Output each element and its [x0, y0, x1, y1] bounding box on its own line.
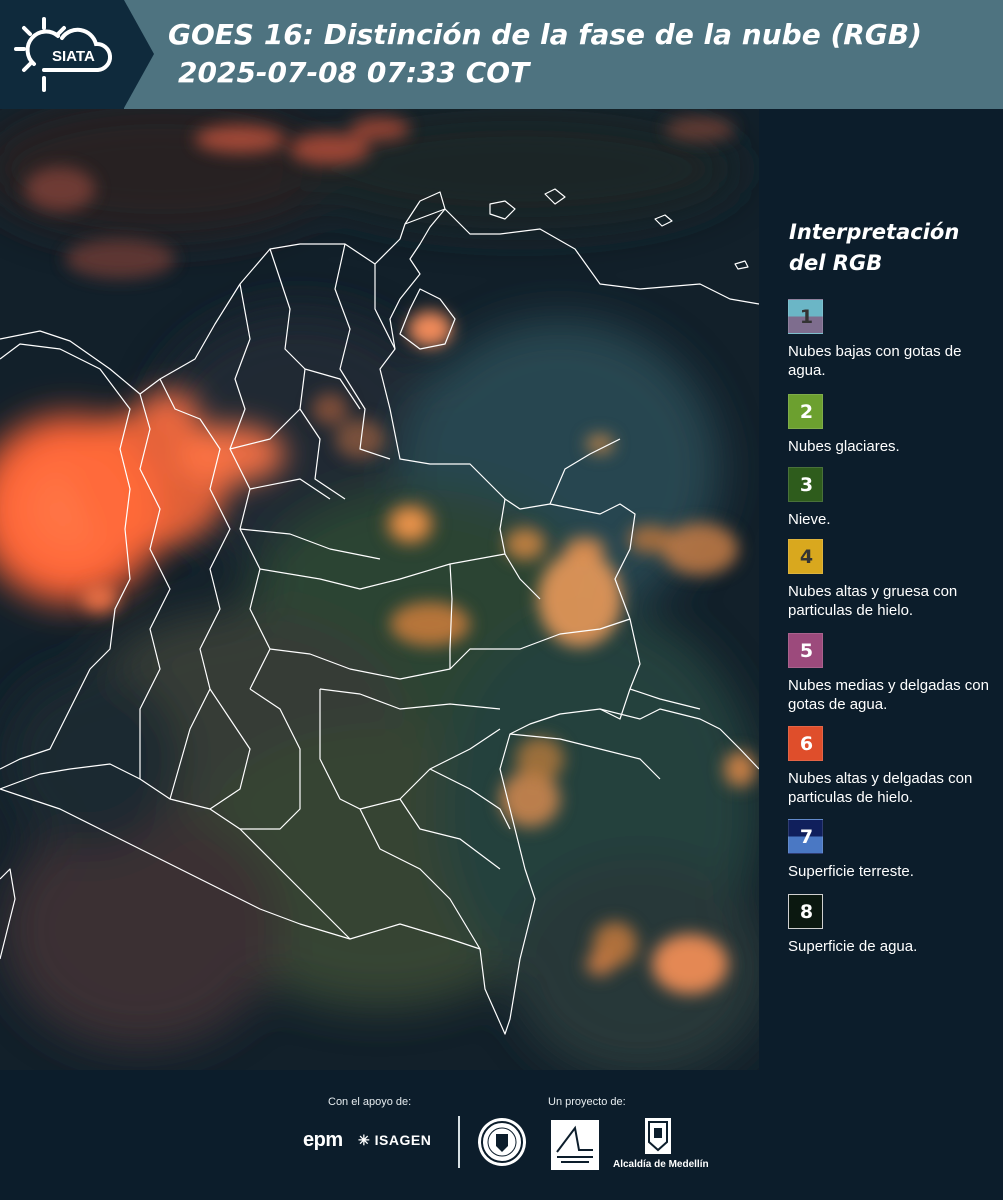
legend-label: Nubes glaciares.	[788, 438, 900, 455]
satellite-map	[0, 109, 759, 1070]
legend-number: 4	[799, 546, 814, 568]
siata-logo: SIATA	[0, 0, 124, 109]
header: SIATA GOES 16: Distinción de la fase de …	[0, 0, 1003, 109]
isagen-logo: ✳ ISAGEN	[358, 1132, 432, 1148]
sun-cloud-icon: SIATA	[14, 17, 112, 92]
legend-item: 3 Nieve.	[788, 467, 998, 529]
university-seal-icon	[478, 1118, 526, 1166]
area-metropolitana-logo	[551, 1120, 599, 1170]
legend-swatch-2: 2	[788, 394, 823, 429]
legend-item: 1 Nubes bajas con gotas de agua.	[788, 299, 998, 380]
legend-label: Nubes medias y delgadas con gotas de agu…	[788, 677, 989, 713]
legend-swatch-6: 6	[788, 726, 823, 761]
legend-item: 4 Nubes altas y gruesa con particulas de…	[788, 539, 998, 620]
legend-swatch-3: 3	[788, 467, 823, 502]
title-line-1: GOES 16: Distinción de la fase de la nub…	[168, 18, 922, 51]
legend-label: Nubes bajas con gotas de agua.	[788, 343, 962, 379]
isagen-text: ISAGEN	[374, 1132, 432, 1148]
alcaldia-label: Alcaldía de Medellín	[613, 1159, 709, 1170]
legend-label: Superficie terreste.	[788, 863, 914, 880]
legend-label: Nieve.	[788, 511, 831, 528]
legend-number: 2	[799, 401, 814, 423]
page-title: GOES 16: Distinción de la fase de la nub…	[168, 16, 988, 92]
logo-arrow	[124, 0, 154, 108]
seal-graphic	[481, 1121, 523, 1163]
legend-label: Nubes altas y gruesa con particulas de h…	[788, 583, 958, 619]
rgb-legend: Interpretación del RGB 1 Nubes bajas con…	[759, 109, 1003, 1070]
project-label: Un proyecto de:	[548, 1096, 626, 1108]
legend-number: 5	[799, 640, 814, 662]
legend-title-line-2: del RGB	[789, 251, 883, 275]
legend-label: Nubes altas y delgadas con particulas de…	[788, 770, 973, 806]
footer-divider	[458, 1116, 460, 1168]
epm-logo: epm	[303, 1129, 343, 1151]
legend-number: 6	[799, 733, 814, 755]
footer: Con el apoyo de: Un proyecto de: epm ✳ I…	[0, 1070, 1003, 1200]
legend-swatch-5: 5	[788, 633, 823, 668]
legend-item: 8 Superficie de agua.	[788, 894, 998, 956]
title-line-2: 2025-07-08 07:33 COT	[178, 56, 530, 89]
legend-item: 2 Nubes glaciares.	[788, 394, 998, 456]
legend-number: 8	[799, 901, 814, 923]
legend-item: 7 Superficie terreste.	[788, 819, 998, 881]
alcaldia-shield-icon	[645, 1118, 671, 1154]
legend-title: Interpretación del RGB	[789, 217, 989, 279]
legend-label: Superficie de agua.	[788, 938, 918, 955]
logo-text: SIATA	[52, 48, 95, 65]
legend-title-line-1: Interpretación	[789, 220, 960, 244]
support-label: Con el apoyo de:	[328, 1096, 412, 1108]
legend-item: 5 Nubes medias y delgadas con gotas de a…	[788, 633, 998, 714]
area-graphic	[556, 1125, 593, 1163]
legend-swatch-1: 1	[788, 299, 823, 334]
rgb-composite-image	[0, 109, 759, 1070]
legend-swatch-8: 8	[788, 894, 823, 929]
legend-swatch-4: 4	[788, 539, 823, 574]
legend-swatch-7: 7	[788, 819, 823, 854]
legend-number: 1	[799, 306, 814, 328]
legend-item: 6 Nubes altas y delgadas con particulas …	[788, 726, 998, 807]
legend-number: 7	[799, 826, 814, 848]
shield-graphic	[648, 1121, 668, 1152]
legend-number: 3	[799, 474, 814, 496]
